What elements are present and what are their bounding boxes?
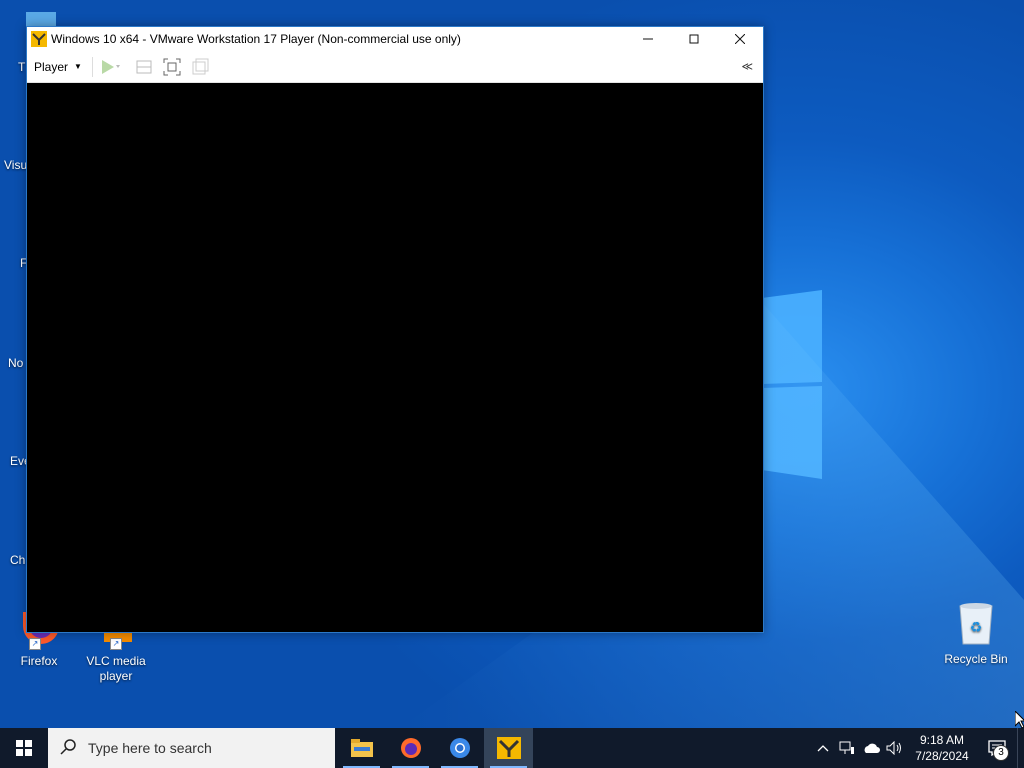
chevron-up-icon	[817, 745, 829, 752]
desktop-icon-label: Ch	[10, 553, 26, 567]
play-icon	[101, 59, 120, 74]
desktop-icon-label: T	[18, 60, 26, 74]
mouse-cursor-icon	[1015, 711, 1024, 729]
file-explorer-icon	[350, 739, 373, 757]
ctrl-alt-del-button[interactable]	[133, 56, 155, 78]
unity-icon	[192, 58, 209, 74]
vmware-player-window[interactable]: Windows 10 x64 - VMware Workstation 17 P…	[26, 26, 764, 633]
vmware-icon	[496, 737, 521, 759]
clock-date: 7/28/2024	[915, 749, 969, 763]
desktop-icon-label: player	[99, 669, 133, 683]
taskbar-chrome[interactable]	[435, 728, 484, 768]
taskbar-clock[interactable]: 9:18 AM 7/28/2024	[907, 732, 977, 764]
recycle-bin-icon: ♻	[954, 600, 998, 646]
network-button[interactable]	[835, 728, 859, 768]
taskbar-firefox[interactable]	[386, 728, 435, 768]
vm-display[interactable]	[27, 83, 763, 632]
send-ctrl-alt-del-icon	[136, 60, 152, 73]
clock-time: 9:18 AM	[919, 733, 965, 747]
chevron-down-icon: ▼	[74, 62, 82, 71]
search-icon	[60, 738, 76, 758]
speaker-icon	[886, 741, 901, 755]
taskbar-vmware[interactable]	[484, 728, 533, 768]
desktop-icon-label: VLC media	[86, 654, 146, 668]
desktop-icon-label: No	[8, 356, 24, 370]
window-titlebar[interactable]: Windows 10 x64 - VMware Workstation 17 P…	[27, 27, 763, 51]
maximize-icon	[689, 34, 699, 44]
taskbar-file-explorer[interactable]	[337, 728, 386, 768]
onedrive-button[interactable]	[859, 728, 883, 768]
taskbar-search-box[interactable]: Type here to search	[48, 728, 335, 768]
show-desktop-button[interactable]	[1017, 728, 1024, 768]
unity-button[interactable]	[189, 56, 211, 78]
vmware-toolbar: Player ▼ ≪	[27, 51, 763, 83]
minimize-icon	[643, 38, 653, 40]
close-icon	[735, 34, 745, 44]
system-tray: 9:18 AM 7/28/2024 3	[811, 728, 1024, 768]
taskbar: Type here to search 9:18 AM 7/28/2024 3	[0, 728, 1024, 768]
show-hidden-icons-button[interactable]	[811, 728, 835, 768]
power-on-button[interactable]	[99, 56, 121, 78]
start-button[interactable]	[0, 728, 48, 768]
network-icon	[839, 741, 854, 754]
window-title: Windows 10 x64 - VMware Workstation 17 P…	[51, 32, 461, 46]
full-screen-button[interactable]	[161, 56, 183, 78]
desktop-icon-recycle-bin[interactable]: ♻ Recycle Bin	[940, 600, 1012, 666]
minimize-button[interactable]	[625, 27, 671, 51]
player-menu-label: Player	[34, 59, 69, 74]
player-menu-button[interactable]: Player ▼	[34, 56, 93, 77]
maximize-button[interactable]	[671, 27, 717, 51]
firefox-icon	[400, 738, 421, 758]
notification-badge: 3	[993, 745, 1009, 761]
desktop-icon-label: Firefox	[20, 654, 58, 668]
desktop-icon-label: Visu	[4, 158, 28, 172]
chrome-icon	[449, 738, 470, 758]
full-screen-icon	[163, 58, 181, 75]
volume-button[interactable]	[883, 728, 907, 768]
cloud-icon	[864, 743, 880, 753]
windows-logo-icon	[16, 740, 32, 756]
vmware-icon	[31, 31, 47, 47]
action-center-button[interactable]: 3	[977, 728, 1017, 768]
close-button[interactable]	[717, 27, 763, 51]
search-placeholder: Type here to search	[88, 740, 212, 756]
svg-text:♻: ♻	[970, 620, 983, 636]
collapse-toolbar-button[interactable]: ≪	[741, 60, 753, 73]
recycle-bin-label: Recycle Bin	[944, 652, 1008, 666]
